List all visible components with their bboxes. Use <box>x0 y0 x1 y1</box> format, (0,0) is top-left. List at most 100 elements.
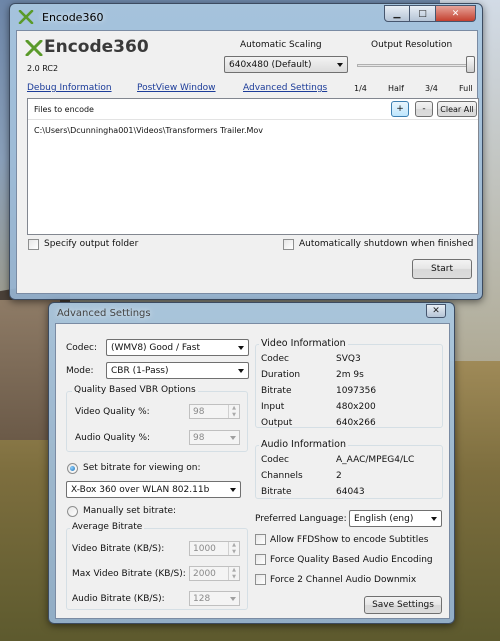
manual-bitrate-radio[interactable] <box>67 506 78 517</box>
clear-all-button[interactable]: Clear All <box>437 101 477 117</box>
save-settings-button[interactable]: Save Settings <box>364 596 442 614</box>
tick-quarter: 1/4 <box>354 84 367 93</box>
set-bitrate-label: Set bitrate for viewing on: <box>83 463 201 473</box>
video-bitrate-label: Video Bitrate (KB/S): <box>72 544 165 554</box>
audio-info-key: Bitrate <box>261 487 292 497</box>
video-info-key: Input <box>261 402 285 412</box>
codec-value: (WMV8) Good / Fast <box>111 342 200 353</box>
close-icon: ✕ <box>432 306 440 316</box>
vbr-group-title: Quality Based VBR Options <box>72 385 198 395</box>
video-info-value: SVQ3 <box>336 354 361 364</box>
xbox-logo-icon <box>18 10 34 24</box>
remove-file-button[interactable]: - <box>415 101 433 117</box>
main-window-title: Encode360 <box>42 11 104 24</box>
video-quality-label: Video Quality %: <box>75 407 150 417</box>
spin-down-icon: ▼ <box>232 548 236 555</box>
preferred-language-dropdown[interactable]: English (eng) <box>349 510 442 527</box>
video-info-title: Video Information <box>259 338 348 349</box>
audio-bitrate-label: Audio Bitrate (KB/S): <box>72 594 165 604</box>
max-video-bitrate-value: 2000 <box>193 568 216 579</box>
audio-info-key: Codec <box>261 455 289 465</box>
audio-info-title: Audio Information <box>259 439 349 450</box>
maximize-button[interactable]: □ <box>410 5 436 22</box>
close-button[interactable]: ✕ <box>436 5 476 22</box>
auto-scaling-value: 640x480 (Default) <box>229 59 312 70</box>
chevron-down-icon <box>238 345 244 350</box>
video-quality-value: 98 <box>193 406 205 417</box>
chevron-down-icon <box>230 435 236 440</box>
minimize-icon: ▁ <box>393 8 401 19</box>
files-list-header: Files to encode <box>28 99 478 120</box>
main-client-area: Encode360 2.0 RC2 Automatic Scaling 640x… <box>16 30 479 294</box>
chevron-down-icon <box>337 62 343 67</box>
audio-quality-dropdown[interactable]: 98 <box>189 430 240 445</box>
advanced-client-area: Codec: (WMV8) Good / Fast Mode: CBR (1-P… <box>55 323 450 619</box>
specify-output-folder-checkbox[interactable] <box>28 239 39 250</box>
audio-quality-value: 98 <box>193 432 205 443</box>
mode-dropdown[interactable]: CBR (1-Pass) <box>106 362 249 379</box>
resolution-slider-thumb[interactable] <box>466 56 475 73</box>
postview-window-link[interactable]: PostView Window <box>137 83 216 93</box>
video-quality-spinner[interactable]: 98 ▲ ▼ <box>189 404 240 419</box>
resolution-slider-track[interactable] <box>357 64 475 67</box>
avg-group-title: Average Bitrate <box>70 522 145 532</box>
max-video-bitrate-spinner[interactable]: 2000 ▲ ▼ <box>189 566 240 581</box>
force-2ch-downmix-checkbox[interactable] <box>255 574 266 585</box>
audio-info-value: A_AAC/MPEG4/LC <box>336 455 415 465</box>
start-button[interactable]: Start <box>412 259 472 279</box>
file-list-item[interactable]: C:\Users\Dcunningha001\Videos\Transforme… <box>34 126 263 135</box>
audio-info-value: 64043 <box>336 487 365 497</box>
xbox-logo-icon <box>25 40 43 56</box>
mode-value: CBR (1-Pass) <box>111 365 169 376</box>
set-bitrate-radio[interactable] <box>67 463 78 474</box>
video-info-key: Output <box>261 418 293 428</box>
audio-bitrate-dropdown[interactable]: 128 <box>189 591 240 606</box>
device-dropdown[interactable]: X-Box 360 over WLAN 802.11b <box>66 481 241 498</box>
preferred-language-label: Preferred Language: <box>255 514 347 524</box>
audio-info-value: 2 <box>336 471 342 481</box>
video-info-value: 640x266 <box>336 418 376 428</box>
chevron-down-icon <box>238 368 244 373</box>
mode-label: Mode: <box>66 366 94 376</box>
preferred-language-value: English (eng) <box>354 513 414 524</box>
add-file-button[interactable]: + <box>391 101 409 117</box>
advanced-window-title: Advanced Settings <box>57 308 151 319</box>
device-value: X-Box 360 over WLAN 802.11b <box>71 484 210 495</box>
auto-scaling-label: Automatic Scaling <box>240 40 322 50</box>
auto-scaling-dropdown[interactable]: 640x480 (Default) <box>224 56 348 73</box>
advanced-settings-link[interactable]: Advanced Settings <box>243 83 327 93</box>
tick-three-quarter: 3/4 <box>425 84 438 93</box>
main-window: Encode360 ▁ □ ✕ Encode360 2.0 RC2 Automa… <box>9 3 483 300</box>
video-info-key: Duration <box>261 370 301 380</box>
codec-label: Codec: <box>66 343 98 353</box>
ffdshow-subtitles-checkbox[interactable] <box>255 534 266 545</box>
tick-full: Full <box>459 84 473 93</box>
advanced-settings-window: Advanced Settings ✕ Codec: (WMV8) Good /… <box>48 302 455 624</box>
debug-information-link[interactable]: Debug Information <box>27 83 112 93</box>
ffdshow-subtitles-label: Allow FFDShow to encode Subtitles <box>270 535 429 545</box>
minimize-button[interactable]: ▁ <box>384 5 410 22</box>
video-bitrate-value: 1000 <box>193 543 216 554</box>
chevron-down-icon <box>431 516 437 521</box>
force-quality-audio-checkbox[interactable] <box>255 554 266 565</box>
app-logo-text: Encode360 <box>44 37 149 57</box>
video-info-key: Bitrate <box>261 386 292 396</box>
video-info-value: 1097356 <box>336 386 377 396</box>
video-info-value: 480x200 <box>336 402 376 412</box>
codec-dropdown[interactable]: (WMV8) Good / Fast <box>106 339 249 356</box>
manual-bitrate-label: Manually set bitrate: <box>83 506 177 516</box>
advanced-close-button[interactable]: ✕ <box>426 304 446 318</box>
main-caption-buttons: ▁ □ ✕ <box>384 5 476 22</box>
chevron-down-icon <box>230 596 236 601</box>
auto-shutdown-label: Automatically shutdown when finished <box>299 239 474 249</box>
files-header-label: Files to encode <box>34 105 94 114</box>
specify-output-folder-label: Specify output folder <box>44 239 139 249</box>
files-list[interactable]: Files to encode + - Clear All C:\Users\D… <box>27 98 479 235</box>
spin-down-icon: ▼ <box>232 411 236 418</box>
main-titlebar[interactable]: Encode360 ▁ □ ✕ <box>10 4 482 30</box>
video-bitrate-spinner[interactable]: 1000 ▲ ▼ <box>189 541 240 556</box>
advanced-titlebar[interactable]: Advanced Settings ✕ <box>49 303 454 323</box>
audio-info-key: Channels <box>261 471 303 481</box>
tick-half: Half <box>388 84 404 93</box>
auto-shutdown-checkbox[interactable] <box>283 239 294 250</box>
